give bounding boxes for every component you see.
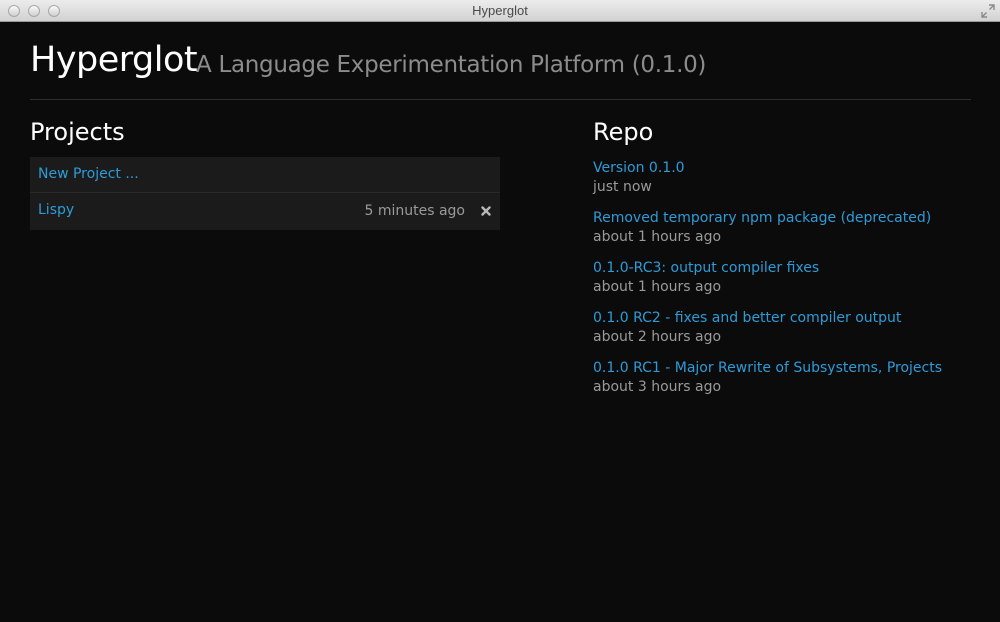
repo-commit-list: Version 0.1.0 just now Removed temporary… — [593, 158, 971, 408]
commit-message-link[interactable]: 0.1.0-RC3: output compiler fixes — [593, 258, 971, 277]
app-subtitle: A Language Experimentation Platform (0.1… — [196, 52, 707, 78]
commit-item: 0.1.0 RC1 - Major Rewrite of Subsystems,… — [593, 358, 971, 408]
new-project-link[interactable]: New Project ... — [38, 166, 139, 182]
project-list: New Project ... Lispy 5 minutes ago — [30, 157, 500, 230]
commit-time: about 3 hours ago — [593, 379, 722, 395]
commit-time: about 2 hours ago — [593, 329, 722, 345]
commit-time: just now — [593, 179, 652, 195]
project-link[interactable]: Lispy — [38, 202, 74, 218]
commit-message-link[interactable]: Removed temporary npm package (deprecate… — [593, 208, 971, 227]
commit-item: 0.1.0 RC2 - fixes and better compiler ou… — [593, 308, 971, 358]
project-row[interactable]: Lispy 5 minutes ago — [30, 193, 500, 230]
fullscreen-icon[interactable] — [981, 4, 995, 18]
app-window: Hyperglot Hyperglot A Language Experimen… — [0, 0, 1000, 622]
commit-item: Version 0.1.0 just now — [593, 158, 971, 208]
new-project-row[interactable]: New Project ... — [30, 157, 500, 193]
main-content: Hyperglot A Language Experimentation Pla… — [30, 22, 971, 395]
commit-message-link[interactable]: 0.1.0 RC1 - Major Rewrite of Subsystems,… — [593, 358, 971, 377]
commit-message-link[interactable]: Version 0.1.0 — [593, 158, 971, 177]
title-bar[interactable]: Hyperglot — [0, 0, 1000, 22]
commit-time: about 1 hours ago — [593, 229, 722, 245]
close-x-icon[interactable] — [481, 206, 491, 216]
commit-item: 0.1.0-RC3: output compiler fixes about 1… — [593, 258, 971, 308]
commit-item: Removed temporary npm package (deprecate… — [593, 208, 971, 258]
window-title: Hyperglot — [472, 3, 528, 18]
repo-heading: Repo — [593, 118, 654, 146]
app-name: Hyperglot — [30, 40, 198, 80]
projects-heading: Projects — [30, 118, 125, 146]
commit-time: about 1 hours ago — [593, 279, 722, 295]
project-modified-time: 5 minutes ago — [364, 203, 465, 219]
page-header: Hyperglot A Language Experimentation Pla… — [30, 22, 971, 100]
commit-message-link[interactable]: 0.1.0 RC2 - fixes and better compiler ou… — [593, 308, 971, 327]
